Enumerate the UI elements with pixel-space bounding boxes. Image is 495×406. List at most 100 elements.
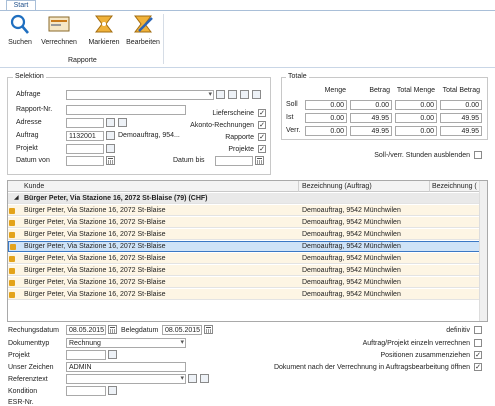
query-options-icon[interactable]: [252, 90, 261, 99]
cell-kunde: Bürger Peter, Via Stazione 16, 2072 St-B…: [24, 231, 166, 238]
cell-kunde: Bürger Peter, Via Stazione 16, 2072 St-B…: [24, 255, 166, 262]
ribbon-group-separator: [163, 14, 164, 64]
kondition-field[interactable]: [66, 386, 106, 396]
table-row[interactable]: Bürger Peter, Via Stazione 16, 2072 St-B…: [8, 289, 487, 300]
abfrage-dropdown[interactable]: [66, 90, 214, 100]
rapport-row-icon: [9, 232, 15, 238]
unser-zeichen-label: Unser Zeichen: [8, 364, 54, 371]
totale-value: 0.00: [305, 113, 347, 123]
kondition-label: Kondition: [8, 388, 38, 395]
belegdatum-label: Belegdatum: [121, 327, 159, 334]
markieren-button-label: Markieren: [88, 39, 120, 46]
datum-von-field[interactable]: [66, 156, 104, 166]
datum-bis-label: Datum bis: [173, 157, 205, 164]
totale-header-total-menge: Total Menge: [396, 87, 435, 94]
dokument-oeffnen-checkbox[interactable]: ✓: [474, 363, 482, 371]
totale-header-menge: Menge: [324, 87, 346, 94]
address-card-icon[interactable]: [118, 118, 127, 127]
referenztext-dropdown[interactable]: [66, 374, 186, 384]
belegdatum-field[interactable]: 08.05.2015: [162, 325, 202, 335]
bearbeiten-button[interactable]: Bearbeiten: [124, 13, 162, 53]
table-row[interactable]: Bürger Peter, Via Stazione 16, 2072 St-B…: [8, 277, 487, 288]
rapport-field[interactable]: [66, 105, 186, 115]
totale-header-total-betrag: Total Betrag: [442, 87, 480, 94]
cell-kunde: Bürger Peter, Via Stazione 16, 2072 St-B…: [24, 219, 166, 226]
group-row-label: Bürger Peter, Via Stazione 16, 2072 St-B…: [24, 195, 208, 202]
totale-value: 49.95: [350, 113, 392, 123]
einzeln-verrechnen-label: Auftrag/Projekt einzeln verrechnen: [362, 340, 470, 347]
collapse-icon[interactable]: ◢: [14, 193, 24, 204]
dokumenttyp-dropdown[interactable]: Rechnung: [66, 338, 186, 348]
totale-value: 49.95: [440, 126, 482, 136]
edit-icon: [134, 15, 153, 33]
calendar-icon[interactable]: [106, 156, 115, 165]
grid-group-row[interactable]: ◢ Bürger Peter, Via Stazione 16, 2072 St…: [8, 193, 487, 204]
cell-bezeichnung: Demoauftrag, 9542 Münchwilen: [302, 207, 401, 214]
projekte-checkbox[interactable]: ✓: [258, 145, 266, 153]
datum-bis-field[interactable]: [215, 156, 253, 166]
referenztext-list-icon[interactable]: [200, 374, 209, 383]
adresse-field[interactable]: [66, 118, 104, 128]
markieren-button[interactable]: Markieren: [85, 13, 123, 53]
cell-kunde: Bürger Peter, Via Stazione 16, 2072 St-B…: [24, 243, 166, 250]
totale-value: 0.00: [305, 100, 347, 110]
verrechnen-button-label: Verrechnen: [41, 39, 77, 46]
query-load-icon[interactable]: [216, 90, 225, 99]
cell-bezeichnung: Demoauftrag, 9542 Münchwilen: [302, 279, 401, 286]
search-button[interactable]: Suchen: [1, 13, 39, 53]
kondition-lookup-icon[interactable]: [108, 386, 117, 395]
table-row-selected[interactable]: Bürger Peter, Via Stazione 16, 2072 St-B…: [8, 241, 487, 252]
hide-hours-checkbox[interactable]: [474, 151, 482, 159]
projekt-label: Projekt: [16, 145, 38, 152]
calendar-icon[interactable]: [108, 325, 117, 334]
rechnungsdatum-field[interactable]: 08.05.2015: [66, 325, 106, 335]
einzeln-verrechnen-checkbox[interactable]: [474, 339, 482, 347]
table-row[interactable]: Bürger Peter, Via Stazione 16, 2072 St-B…: [8, 229, 487, 240]
search-button-label: Suchen: [8, 39, 32, 46]
cell-kunde: Bürger Peter, Via Stazione 16, 2072 St-B…: [24, 279, 166, 286]
projekt-bottom-field[interactable]: [66, 350, 106, 360]
positionen-zusammenziehen-checkbox[interactable]: ✓: [474, 351, 482, 359]
query-delete-icon[interactable]: [240, 90, 249, 99]
adresse-lookup-icon[interactable]: [106, 118, 115, 127]
cell-kunde: Bürger Peter, Via Stazione 16, 2072 St-B…: [24, 207, 166, 214]
table-row[interactable]: Bürger Peter, Via Stazione 16, 2072 St-B…: [8, 253, 487, 264]
unser-zeichen-field[interactable]: ADMIN: [66, 362, 186, 372]
cell-bezeichnung: Demoauftrag, 9542 Münchwilen: [302, 219, 401, 226]
totale-value: 49.95: [440, 113, 482, 123]
referenztext-table-icon[interactable]: [188, 374, 197, 383]
auftrag-field[interactable]: 1132001: [66, 131, 104, 141]
abfrage-label: Abfrage: [16, 91, 41, 98]
grid-header-kunde[interactable]: Kunde: [24, 181, 294, 192]
query-save-icon[interactable]: [228, 90, 237, 99]
projekt-lookup-icon[interactable]: [106, 144, 115, 153]
verrechnen-button[interactable]: Verrechnen: [40, 13, 78, 53]
totale-row-verr-label: Verr.: [286, 127, 301, 134]
referenztext-label: Referenztext: [8, 376, 48, 383]
adresse-label: Adresse: [16, 119, 42, 126]
projekt-field[interactable]: [66, 144, 104, 154]
akonto-checkbox[interactable]: ✓: [258, 121, 266, 129]
calendar-icon[interactable]: [255, 156, 264, 165]
ribbon: Start Suchen Verrechnen Markieren Bearbe…: [0, 0, 495, 68]
cell-bezeichnung: Demoauftrag, 9542 Münchwilen: [302, 231, 401, 238]
lieferscheine-checkbox[interactable]: ✓: [258, 109, 266, 117]
mark-icon: [95, 15, 113, 33]
totale-row-ist-label: Ist: [286, 114, 294, 121]
grid-header-bezeichnung-2[interactable]: Bezeichnung (: [432, 181, 480, 192]
projekt-bottom-label: Projekt: [8, 352, 30, 359]
definitiv-checkbox[interactable]: [474, 326, 482, 334]
calendar-icon[interactable]: [204, 325, 213, 334]
rapporte-checkbox[interactable]: ✓: [258, 133, 266, 141]
rapport-row-icon: [9, 220, 15, 226]
grid-scrollbar[interactable]: [479, 181, 487, 321]
table-row[interactable]: Bürger Peter, Via Stazione 16, 2072 St-B…: [8, 265, 487, 276]
totale-value: 0.00: [350, 100, 392, 110]
auftrag-lookup-icon[interactable]: [106, 131, 115, 140]
projekt-bottom-lookup-icon[interactable]: [108, 350, 117, 359]
dokumenttyp-label: Dokumenttyp: [8, 340, 50, 347]
table-row[interactable]: Bürger Peter, Via Stazione 16, 2072 St-B…: [8, 217, 487, 228]
totale-value: 0.00: [395, 100, 437, 110]
grid-header-bezeichnung[interactable]: Bezeichnung (Auftrag): [302, 181, 428, 192]
table-row[interactable]: Bürger Peter, Via Stazione 16, 2072 St-B…: [8, 205, 487, 216]
